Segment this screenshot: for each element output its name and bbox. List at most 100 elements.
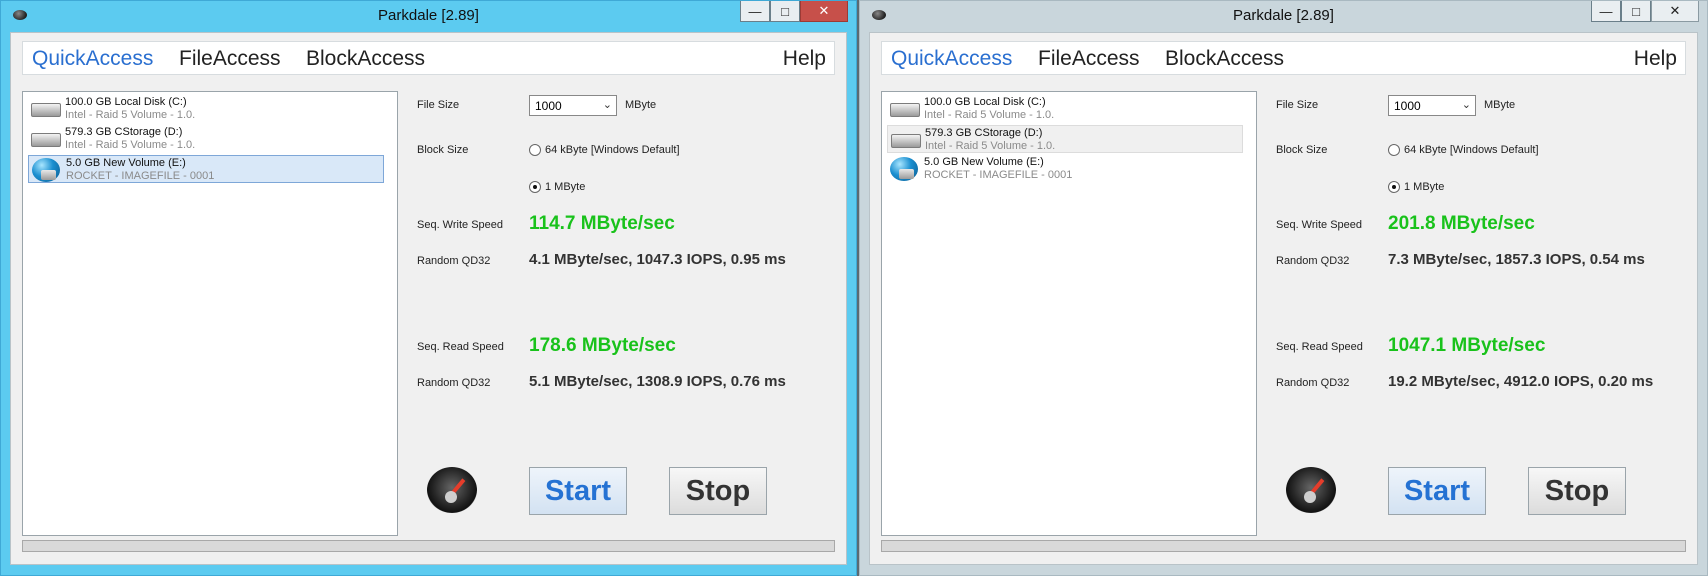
stop-button[interactable]: Stop xyxy=(1528,467,1626,515)
seq-write-value: 201.8 MByte/sec xyxy=(1388,213,1535,234)
stop-button[interactable]: Stop xyxy=(669,467,767,515)
file-size-label: File Size xyxy=(417,99,460,111)
block-size-64k-radio[interactable] xyxy=(1388,144,1400,156)
window-controls: — □ ✕ xyxy=(740,1,848,22)
block-size-1m-radio[interactable] xyxy=(1388,181,1400,193)
file-size-select[interactable]: 1000 ⌄ xyxy=(529,95,617,116)
speedometer-icon xyxy=(427,467,477,513)
maximize-button[interactable]: □ xyxy=(1621,1,1651,22)
disk-item-d[interactable]: 579.3 GB CStorage (D:) Intel - Raid 5 Vo… xyxy=(887,125,1243,153)
minimize-button[interactable]: — xyxy=(1591,1,1621,22)
seq-read-value: 178.6 MByte/sec xyxy=(529,335,676,356)
tab-help[interactable]: Help xyxy=(1634,47,1677,71)
seq-read-label: Seq. Read Speed xyxy=(1276,341,1363,353)
close-icon: ✕ xyxy=(1669,3,1681,18)
disk-list[interactable]: 100.0 GB Local Disk (C:) Intel - Raid 5 … xyxy=(881,91,1257,536)
seq-read-value: 1047.1 MByte/sec xyxy=(1388,335,1546,356)
disk-sub: Intel - Raid 5 Volume - 1.0. xyxy=(65,109,196,121)
disk-list[interactable]: 100.0 GB Local Disk (C:) Intel - Raid 5 … xyxy=(22,91,398,536)
disk-item-d[interactable]: 579.3 GB CStorage (D:) Intel - Raid 5 Vo… xyxy=(28,125,384,153)
start-button[interactable]: Start xyxy=(1388,467,1486,515)
window-title: Parkdale [2.89] xyxy=(378,7,479,24)
disk-item-c[interactable]: 100.0 GB Local Disk (C:) Intel - Raid 5 … xyxy=(887,95,1243,123)
disk-name: 100.0 GB Local Disk (C:) xyxy=(924,96,1046,108)
tab-blockaccess[interactable]: BlockAccess xyxy=(1165,47,1284,71)
tab-quickaccess[interactable]: QuickAccess xyxy=(32,47,153,71)
minimize-button[interactable]: — xyxy=(740,1,770,22)
disk-name: 5.0 GB New Volume (E:) xyxy=(66,157,186,169)
file-size-label: File Size xyxy=(1276,99,1319,111)
block-size-label: Block Size xyxy=(417,144,469,156)
random-read-value: 19.2 MByte/sec, 4912.0 IOPS, 0.20 ms xyxy=(1388,373,1654,390)
seq-read-label: Seq. Read Speed xyxy=(417,341,504,353)
file-size-select[interactable]: 1000 ⌄ xyxy=(1388,95,1476,116)
seq-write-value: 114.7 MByte/sec xyxy=(529,213,675,234)
title-bar[interactable]: Parkdale [2.89] — □ ✕ xyxy=(1,1,856,31)
disk-sub: Intel - Raid 5 Volume - 1.0. xyxy=(924,109,1055,121)
disk-icon xyxy=(31,133,61,147)
disk-name: 579.3 GB CStorage (D:) xyxy=(65,126,183,138)
block-size-1m-label: 1 MByte xyxy=(545,181,586,193)
tab-quickaccess[interactable]: QuickAccess xyxy=(891,47,1012,71)
window-left: Parkdale [2.89] — □ ✕ QuickAccess FileAc… xyxy=(0,0,857,576)
file-size-unit: MByte xyxy=(625,99,657,111)
chevron-down-icon: ⌄ xyxy=(1461,99,1471,111)
random-write-label: Random QD32 xyxy=(1276,255,1350,267)
disk-icon xyxy=(890,103,920,117)
file-size-unit: MByte xyxy=(1484,99,1516,111)
title-bar[interactable]: Parkdale [2.89] — □ ✕ xyxy=(860,1,1707,31)
seq-write-label: Seq. Write Speed xyxy=(1276,219,1363,231)
maximize-icon: □ xyxy=(1632,3,1640,19)
progress-bar xyxy=(881,540,1686,552)
tab-help[interactable]: Help xyxy=(783,47,826,71)
disk-sub: Intel - Raid 5 Volume - 1.0. xyxy=(65,139,196,151)
block-size-64k-radio[interactable] xyxy=(529,144,541,156)
client-area: QuickAccess FileAccess BlockAccess Help … xyxy=(10,32,847,565)
random-write-value: 4.1 MByte/sec, 1047.3 IOPS, 0.95 ms xyxy=(529,251,786,268)
block-size-label: Block Size xyxy=(1276,144,1328,156)
speedometer-icon xyxy=(1286,467,1336,513)
client-area: QuickAccess FileAccess BlockAccess Help … xyxy=(869,32,1698,565)
close-icon: ✕ xyxy=(818,3,830,18)
random-write-label: Random QD32 xyxy=(417,255,491,267)
disk-icon xyxy=(891,134,921,148)
tab-blockaccess[interactable]: BlockAccess xyxy=(306,47,425,71)
tab-fileaccess[interactable]: FileAccess xyxy=(179,47,281,71)
block-size-1m-radio[interactable] xyxy=(529,181,541,193)
disk-item-e[interactable]: 5.0 GB New Volume (E:) ROCKET - IMAGEFIL… xyxy=(28,155,384,183)
random-read-label: Random QD32 xyxy=(417,377,491,389)
minimize-icon: — xyxy=(1599,3,1613,19)
block-size-64k-label: 64 kByte [Windows Default] xyxy=(545,144,680,156)
disk-item-e[interactable]: 5.0 GB New Volume (E:) ROCKET - IMAGEFIL… xyxy=(887,155,1243,183)
tab-bar: QuickAccess FileAccess BlockAccess Help xyxy=(881,41,1686,75)
close-button[interactable]: ✕ xyxy=(800,1,848,22)
chevron-down-icon: ⌄ xyxy=(602,99,612,111)
window-right: Parkdale [2.89] — □ ✕ QuickAccess FileAc… xyxy=(859,0,1708,576)
maximize-icon: □ xyxy=(781,3,789,19)
progress-bar xyxy=(22,540,835,552)
disk-name: 5.0 GB New Volume (E:) xyxy=(924,156,1044,168)
tab-fileaccess[interactable]: FileAccess xyxy=(1038,47,1140,71)
tab-bar: QuickAccess FileAccess BlockAccess Help xyxy=(22,41,835,75)
disk-sub: Intel - Raid 5 Volume - 1.0. xyxy=(925,140,1056,152)
start-button[interactable]: Start xyxy=(529,467,627,515)
random-write-value: 7.3 MByte/sec, 1857.3 IOPS, 0.54 ms xyxy=(1388,251,1645,268)
file-size-value: 1000 xyxy=(1394,99,1421,113)
minimize-icon: — xyxy=(748,3,762,19)
window-title: Parkdale [2.89] xyxy=(1233,7,1334,24)
block-size-1m-label: 1 MByte xyxy=(1404,181,1445,193)
disk-name: 579.3 GB CStorage (D:) xyxy=(925,127,1043,139)
close-button[interactable]: ✕ xyxy=(1651,1,1699,22)
disk-item-c[interactable]: 100.0 GB Local Disk (C:) Intel - Raid 5 … xyxy=(28,95,384,123)
disk-sub: ROCKET - IMAGEFILE - 0001 xyxy=(924,169,1073,181)
file-size-value: 1000 xyxy=(535,99,562,113)
window-controls: — □ ✕ xyxy=(1591,1,1699,22)
maximize-button[interactable]: □ xyxy=(770,1,800,22)
seq-write-label: Seq. Write Speed xyxy=(417,219,504,231)
disk-name: 100.0 GB Local Disk (C:) xyxy=(65,96,187,108)
globe-disk-icon xyxy=(890,157,918,181)
disk-sub: ROCKET - IMAGEFILE - 0001 xyxy=(66,170,215,182)
block-size-64k-label: 64 kByte [Windows Default] xyxy=(1404,144,1539,156)
globe-disk-icon xyxy=(32,158,60,182)
random-read-value: 5.1 MByte/sec, 1308.9 IOPS, 0.76 ms xyxy=(529,373,786,390)
